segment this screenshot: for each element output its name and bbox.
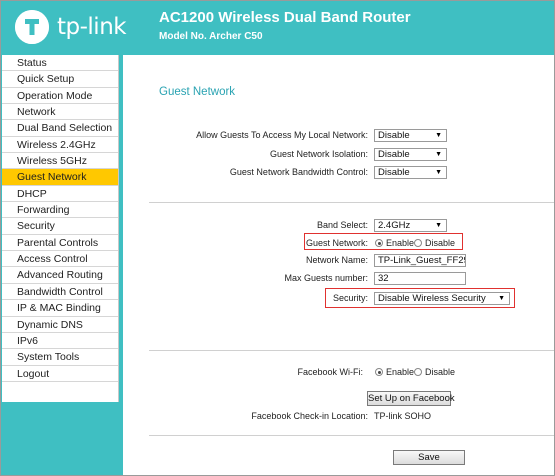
- logo-text: tp-link: [57, 14, 127, 40]
- guest-network-enable-label: Enable: [386, 238, 415, 248]
- sidebar-item-access-control[interactable]: Access Control: [2, 251, 118, 268]
- sidebar-item-parental-controls[interactable]: Parental Controls: [2, 235, 118, 252]
- allow-local-access-value: Disable: [378, 130, 410, 141]
- model-number: Model No. Archer C50: [159, 31, 263, 42]
- guest-isolation-select[interactable]: Disable ▼: [374, 148, 447, 161]
- sidebar-item-dhcp[interactable]: DHCP: [2, 186, 118, 203]
- network-name-input[interactable]: TP-Link_Guest_FF29: [374, 254, 466, 267]
- band-select-dropdown[interactable]: 2.4GHz ▼: [374, 219, 447, 232]
- save-button[interactable]: Save: [393, 450, 465, 465]
- sidebar-item-operation-mode[interactable]: Operation Mode: [2, 88, 118, 105]
- max-guests-input[interactable]: 32: [374, 272, 466, 285]
- facebook-wifi-disable-radio[interactable]: [414, 368, 422, 376]
- security-select[interactable]: Disable Wireless Security ▼: [374, 292, 510, 305]
- page-title: Guest Network: [159, 86, 236, 98]
- section-divider: [149, 435, 554, 436]
- sidebar-nav: Status Quick Setup Operation Mode Networ…: [2, 55, 119, 402]
- sidebar-item-status[interactable]: Status: [2, 55, 118, 72]
- sidebar-item-dual-band-selection[interactable]: Dual Band Selection: [2, 120, 118, 137]
- facebook-wifi-disable-label: Disable: [425, 367, 456, 377]
- section-divider: [149, 350, 554, 351]
- checkin-location-label: Facebook Check-in Location:: [251, 411, 368, 421]
- sidebar-item-guest-network[interactable]: Guest Network: [2, 169, 118, 186]
- header: tp-link AC1200 Wireless Dual Band Router…: [1, 1, 554, 54]
- band-select-label: Band Select:: [316, 220, 368, 230]
- product-title: AC1200 Wireless Dual Band Router: [159, 9, 411, 26]
- facebook-wifi-enable-label: Enable: [386, 367, 415, 377]
- sidebar-item-quick-setup[interactable]: Quick Setup: [2, 71, 118, 88]
- sidebar-item-ipv6[interactable]: IPv6: [2, 333, 118, 350]
- band-select-value: 2.4GHz: [378, 220, 411, 231]
- sidebar-item-bandwidth-control[interactable]: Bandwidth Control: [2, 284, 118, 301]
- sidebar-item-system-tools[interactable]: System Tools: [2, 349, 118, 366]
- facebook-wifi-enable-radio[interactable]: [375, 368, 383, 376]
- sidebar-item-security[interactable]: Security: [2, 218, 118, 235]
- sidebar-item-network[interactable]: Network: [2, 104, 118, 121]
- guest-network-enable-radio[interactable]: [375, 239, 383, 247]
- max-guests-label: Max Guests number:: [284, 273, 368, 283]
- router-admin-window: tp-link AC1200 Wireless Dual Band Router…: [0, 0, 555, 476]
- allow-local-access-select[interactable]: Disable ▼: [374, 129, 447, 142]
- bandwidth-control-label: Guest Network Bandwidth Control:: [229, 167, 368, 177]
- sidebar-item-advanced-routing[interactable]: Advanced Routing: [2, 267, 118, 284]
- sidebar-item-ip-mac-binding[interactable]: IP & MAC Binding: [2, 300, 118, 317]
- chevron-down-icon: ▼: [498, 295, 505, 302]
- chevron-down-icon: ▼: [435, 151, 442, 158]
- sidebar-item-logout[interactable]: Logout: [2, 366, 118, 382]
- allow-local-access-label: Allow Guests To Access My Local Network:: [196, 130, 368, 140]
- guest-network-label: Guest Network:: [305, 238, 368, 248]
- bandwidth-control-value: Disable: [378, 167, 410, 178]
- tp-link-logo-icon: [15, 10, 49, 44]
- sidebar-item-forwarding[interactable]: Forwarding: [2, 202, 118, 219]
- sidebar-background: [2, 402, 119, 475]
- checkin-location-value: TP-link SOHO: [374, 411, 432, 421]
- chevron-down-icon: ▼: [435, 222, 442, 229]
- sidebar-item-dynamic-dns[interactable]: Dynamic DNS: [2, 317, 118, 333]
- security-value: Disable Wireless Security: [378, 293, 486, 304]
- guest-isolation-value: Disable: [378, 149, 410, 160]
- security-label: Security:: [332, 293, 368, 303]
- main-content: Guest Network Allow Guests To Access My …: [123, 55, 554, 475]
- sidebar-item-wireless-24ghz[interactable]: Wireless 2.4GHz: [2, 137, 118, 154]
- tp-link-logo: tp-link: [15, 10, 165, 48]
- guest-isolation-label: Guest Network Isolation:: [269, 149, 368, 159]
- guest-network-disable-radio[interactable]: [414, 239, 422, 247]
- setup-facebook-button[interactable]: Set Up on Facebook: [367, 391, 455, 406]
- sidebar-item-wireless-5ghz[interactable]: Wireless 5GHz: [2, 153, 118, 170]
- facebook-wifi-label: Facebook Wi-Fi:: [297, 367, 363, 377]
- guest-network-disable-label: Disable: [425, 238, 456, 248]
- chevron-down-icon: ▼: [435, 169, 442, 176]
- bandwidth-control-select[interactable]: Disable ▼: [374, 166, 447, 179]
- section-divider: [149, 202, 554, 203]
- network-name-label: Network Name:: [305, 255, 368, 265]
- chevron-down-icon: ▼: [435, 132, 442, 139]
